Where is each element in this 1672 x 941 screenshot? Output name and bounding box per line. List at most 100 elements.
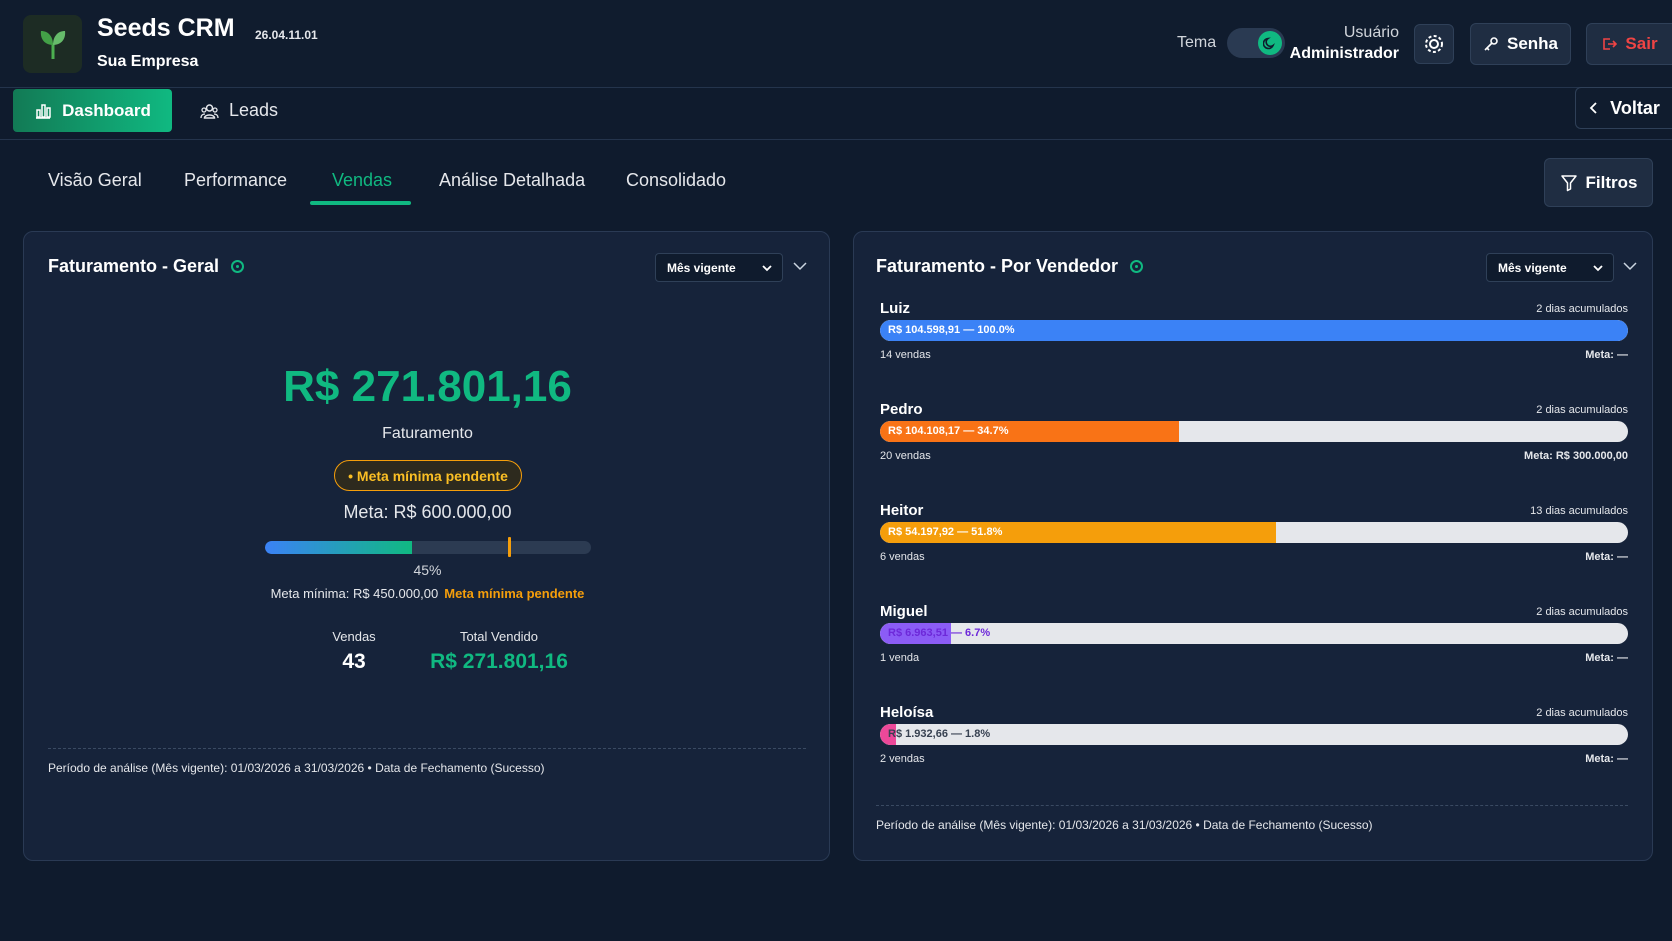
seller-days: 2 dias acumulados [1536, 606, 1628, 618]
info-icon[interactable] [231, 260, 245, 273]
chevron-down-icon [1593, 265, 1603, 272]
tab-vendas[interactable]: Vendas [332, 170, 392, 191]
seller-goal: Meta: — [1585, 349, 1628, 361]
tab-performance[interactable]: Performance [184, 170, 287, 191]
card-vendedor-title: Faturamento - Por Vendedor [876, 256, 1144, 277]
goal-text: Meta: R$ 600.000,00 [343, 502, 512, 522]
user-name: Administrador [1289, 45, 1399, 62]
min-goal-text: Meta mínima: R$ 450.000,00 [270, 586, 439, 601]
app-header: Seeds CRM 26.04.11.01 Sua Empresa Tema U… [0, 0, 1672, 88]
bar-chart-icon [36, 103, 51, 119]
goal-progress-fill [265, 541, 412, 554]
back-button[interactable]: Voltar [1575, 87, 1672, 129]
total-revenue: R$ 271.801,16 [283, 362, 572, 411]
moon-icon [1258, 31, 1282, 55]
sales-count-label: Vendas [332, 629, 376, 644]
nav-leads-label: Leads [229, 100, 279, 120]
tab-visao-geral[interactable]: Visão Geral [48, 170, 142, 191]
seller-days: 2 dias acumulados [1536, 404, 1628, 416]
active-tab-indicator [310, 201, 411, 205]
total-sold-label: Total Vendido [459, 629, 539, 644]
seller-bar-label: R$ 1.932,66 — 1.8% [888, 728, 991, 740]
tab-analise-detalhada[interactable]: Análise Detalhada [439, 170, 585, 191]
filters-button[interactable]: Filtros [1544, 158, 1653, 207]
filter-icon [1560, 174, 1577, 191]
seller-bar-label: R$ 6.963,51 — 6.7% [888, 627, 991, 639]
period-select[interactable]: Mês vigente [1486, 253, 1614, 282]
gear-icon [1425, 35, 1443, 53]
period-footnote: Período de análise (Mês vigente): 01/03/… [48, 761, 545, 775]
seller-goal: Meta: R$ 300.000,00 [1524, 450, 1628, 462]
seller-name: Luiz [880, 300, 910, 317]
card-geral-title-text: Faturamento - Geral [48, 256, 220, 276]
seller-days: 2 dias acumulados [1536, 707, 1628, 719]
settings-button[interactable] [1414, 24, 1454, 64]
seller-sales-count: 6 vendas [880, 551, 925, 563]
filters-label: Filtros [1585, 172, 1638, 192]
card-faturamento-vendedor: Faturamento - Por Vendedor Mês vigente L… [853, 231, 1653, 861]
collapse-chevron-icon[interactable] [1622, 259, 1638, 273]
period-select[interactable]: Mês vigente [655, 253, 783, 282]
seller-name: Pedro [880, 401, 923, 418]
seller-goal: Meta: — [1585, 652, 1628, 664]
goal-progress-percent: 45% [413, 562, 442, 578]
info-icon[interactable] [1130, 260, 1144, 273]
change-password-button[interactable]: Senha [1470, 23, 1571, 65]
seller-progress-bar: R$ 1.932,66 — 1.8% [880, 724, 1628, 745]
theme-label: Tema [1177, 34, 1217, 51]
users-icon [200, 103, 219, 119]
main-nav: Dashboard Leads Voltar [0, 87, 1672, 140]
sales-count-value: 43 [342, 650, 366, 673]
total-revenue-label: Faturamento [382, 425, 473, 442]
senha-label: Senha [1506, 34, 1559, 53]
period-footnote: Período de análise (Mês vigente): 01/03/… [876, 818, 1373, 832]
seller-goal: Meta: — [1585, 551, 1628, 563]
app-version: 26.04.11.01 [255, 28, 318, 42]
voltar-label: Voltar [1610, 97, 1660, 118]
card-faturamento-geral: Faturamento - Geral Mês vigente R$ 271.8… [23, 231, 830, 861]
chevron-down-icon [762, 265, 772, 272]
nav-dashboard-label: Dashboard [62, 100, 151, 120]
seller-progress-bar: R$ 54.197,92 — 51.8% [880, 522, 1628, 543]
nav-dashboard[interactable]: Dashboard [13, 89, 172, 132]
min-goal-row: Meta mínima: R$ 450.000,00 Meta mínima pe… [24, 586, 831, 601]
seller-sales-count: 20 vendas [880, 450, 931, 462]
status-badge: • Meta mínima pendente [334, 460, 522, 491]
card-geral-title: Faturamento - Geral [48, 256, 245, 277]
seller-progress-bar: R$ 104.108,17 — 34.7% [880, 421, 1628, 442]
seller-sales-count: 2 vendas [880, 753, 925, 765]
seller-bar-label: R$ 104.108,17 — 34.7% [888, 425, 1009, 437]
seller-sales-count: 1 venda [880, 652, 920, 664]
total-sold-value: R$ 271.801,16 [430, 650, 568, 673]
nav-leads[interactable]: Leads [200, 89, 278, 132]
seller-bar-label: R$ 54.197,92 — 51.8% [888, 526, 1003, 538]
divider [876, 805, 1628, 806]
seller-name: Heitor [880, 502, 924, 519]
period-select-value: Mês vigente [667, 260, 736, 275]
card-vendedor-title-text: Faturamento - Por Vendedor [876, 256, 1119, 276]
seller-days: 13 dias acumulados [1530, 505, 1628, 517]
app-logo [23, 15, 82, 73]
seller-name: Heloísa [880, 704, 934, 721]
sprout-icon [40, 31, 65, 59]
app-title: Seeds CRM [97, 14, 235, 42]
seller-progress-bar: R$ 104.598,91 — 100.0% [880, 320, 1628, 341]
seller-days: 2 dias acumulados [1536, 303, 1628, 315]
tab-consolidado[interactable]: Consolidado [626, 170, 726, 191]
divider [48, 748, 806, 749]
chevron-left-icon [1589, 102, 1597, 114]
user-label: Usuário [1343, 24, 1399, 41]
seller-sales-count: 14 vendas [880, 349, 931, 361]
period-select-value: Mês vigente [1498, 260, 1567, 275]
min-goal-status: Meta mínima pendente [444, 586, 585, 601]
logout-button[interactable]: Sair [1586, 23, 1672, 65]
theme-toggle[interactable] [1227, 28, 1285, 58]
seller-progress-bar: R$ 6.963,51 — 6.7% [880, 623, 1628, 644]
key-icon [1484, 37, 1498, 51]
min-goal-marker [508, 537, 511, 557]
logout-icon [1603, 38, 1618, 50]
collapse-chevron-icon[interactable] [792, 259, 808, 273]
sair-label: Sair [1625, 34, 1658, 53]
seller-bar-label: R$ 104.598,91 — 100.0% [888, 324, 1015, 336]
company-name: Sua Empresa [97, 53, 199, 70]
